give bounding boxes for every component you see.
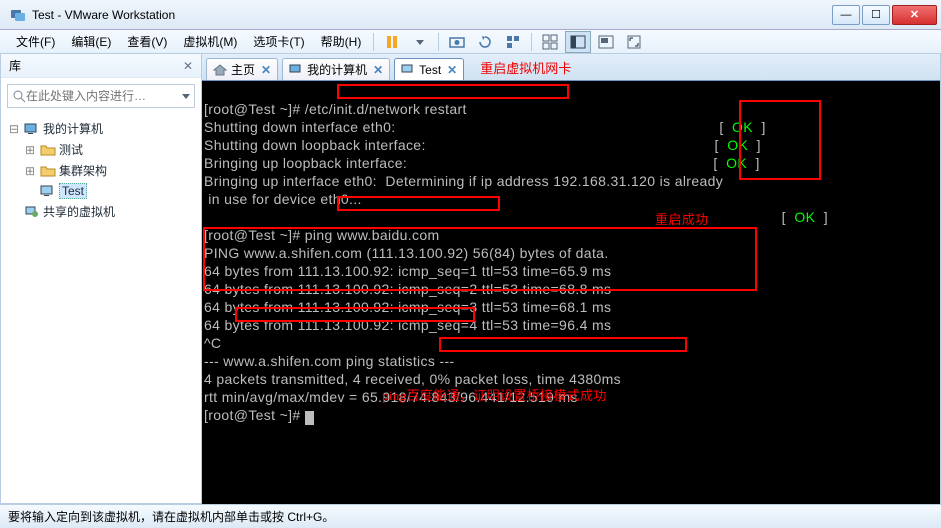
- tab-test[interactable]: Test ✕: [394, 58, 464, 80]
- terminal[interactable]: [root@Test ~]# /etc/init.d/network resta…: [202, 81, 940, 504]
- status-text: 要将输入定向到该虚拟机，请在虚拟机内部单击或按 Ctrl+G。: [8, 508, 334, 525]
- statusbar: 要将输入定向到该虚拟机，请在虚拟机内部单击或按 Ctrl+G。: [0, 504, 941, 528]
- menubar: 文件(F) 编辑(E) 查看(V) 虚拟机(M) 选项卡(T) 帮助(H): [0, 30, 941, 54]
- vm-icon: [40, 185, 56, 197]
- vmware-icon: [10, 7, 26, 23]
- search-field[interactable]: [26, 89, 182, 103]
- vm-icon: [401, 64, 415, 76]
- close-icon[interactable]: ✕: [373, 63, 383, 77]
- outline-cmd1: [337, 84, 569, 99]
- thumbnail-button[interactable]: [537, 31, 563, 53]
- search-input[interactable]: [7, 84, 195, 108]
- main-area: 主页 ✕ 我的计算机 ✕ Test ✕ 重启虚拟机网卡 [root@Test ~…: [202, 54, 941, 504]
- tree-folder-1[interactable]: ⊞测试: [7, 139, 195, 160]
- home-icon: [213, 64, 227, 76]
- maximize-button[interactable]: ☐: [862, 5, 890, 25]
- sidebar-close-icon[interactable]: ✕: [183, 59, 193, 73]
- menu-file[interactable]: 文件(F): [8, 31, 63, 52]
- tabbar: 主页 ✕ 我的计算机 ✕ Test ✕ 重启虚拟机网卡: [202, 54, 940, 81]
- menu-help[interactable]: 帮助(H): [313, 31, 370, 52]
- sidebar-button[interactable]: [565, 31, 591, 53]
- tab-mycomputer[interactable]: 我的计算机 ✕: [282, 58, 390, 80]
- computer-icon: [289, 64, 303, 76]
- pause-button[interactable]: [379, 31, 405, 53]
- titlebar: Test - VMware Workstation — ☐ ✕: [0, 0, 941, 30]
- sidebar: 库 ✕ ⊟ 我的计算机 ⊞测试 ⊞集群架构 Test 共享的虚拟机: [0, 54, 202, 504]
- computer-icon: [24, 123, 40, 135]
- tree: ⊟ 我的计算机 ⊞测试 ⊞集群架构 Test 共享的虚拟机: [1, 114, 201, 226]
- menu-view[interactable]: 查看(V): [119, 31, 175, 52]
- annotation-ping: ping百度能通，证明设置桥接模式成功: [382, 388, 607, 404]
- unity-button[interactable]: [593, 31, 619, 53]
- annotation-success: 重启成功: [655, 212, 708, 228]
- annotation-restart: 重启虚拟机网卡: [480, 58, 571, 77]
- search-icon: [12, 89, 26, 103]
- menu-edit[interactable]: 编辑(E): [63, 31, 119, 52]
- chevron-down-icon[interactable]: [182, 92, 190, 100]
- folder-icon: [40, 165, 56, 177]
- menu-vm[interactable]: 虚拟机(M): [175, 31, 245, 52]
- dropdown-icon[interactable]: [407, 31, 433, 53]
- window-title: Test - VMware Workstation: [32, 8, 175, 22]
- tree-folder-2[interactable]: ⊞集群架构: [7, 160, 195, 181]
- menu-tabs[interactable]: 选项卡(T): [245, 31, 312, 52]
- minimize-button[interactable]: —: [832, 5, 860, 25]
- snapshot-button[interactable]: [444, 31, 470, 53]
- sidebar-title: 库: [9, 57, 21, 74]
- folder-icon: [40, 144, 56, 156]
- close-icon[interactable]: ✕: [447, 63, 457, 77]
- outline-loss: [439, 337, 687, 352]
- tree-vm-test[interactable]: Test: [7, 181, 195, 201]
- tree-shared[interactable]: 共享的虚拟机: [7, 201, 195, 222]
- revert-button[interactable]: [472, 31, 498, 53]
- shared-icon: [24, 206, 40, 218]
- close-icon[interactable]: ✕: [261, 63, 271, 77]
- tree-root[interactable]: ⊟ 我的计算机: [7, 118, 195, 139]
- close-button[interactable]: ✕: [892, 5, 937, 25]
- manage-button[interactable]: [500, 31, 526, 53]
- tab-home[interactable]: 主页 ✕: [206, 58, 278, 80]
- cursor: [305, 411, 314, 425]
- fullscreen-button[interactable]: [621, 31, 647, 53]
